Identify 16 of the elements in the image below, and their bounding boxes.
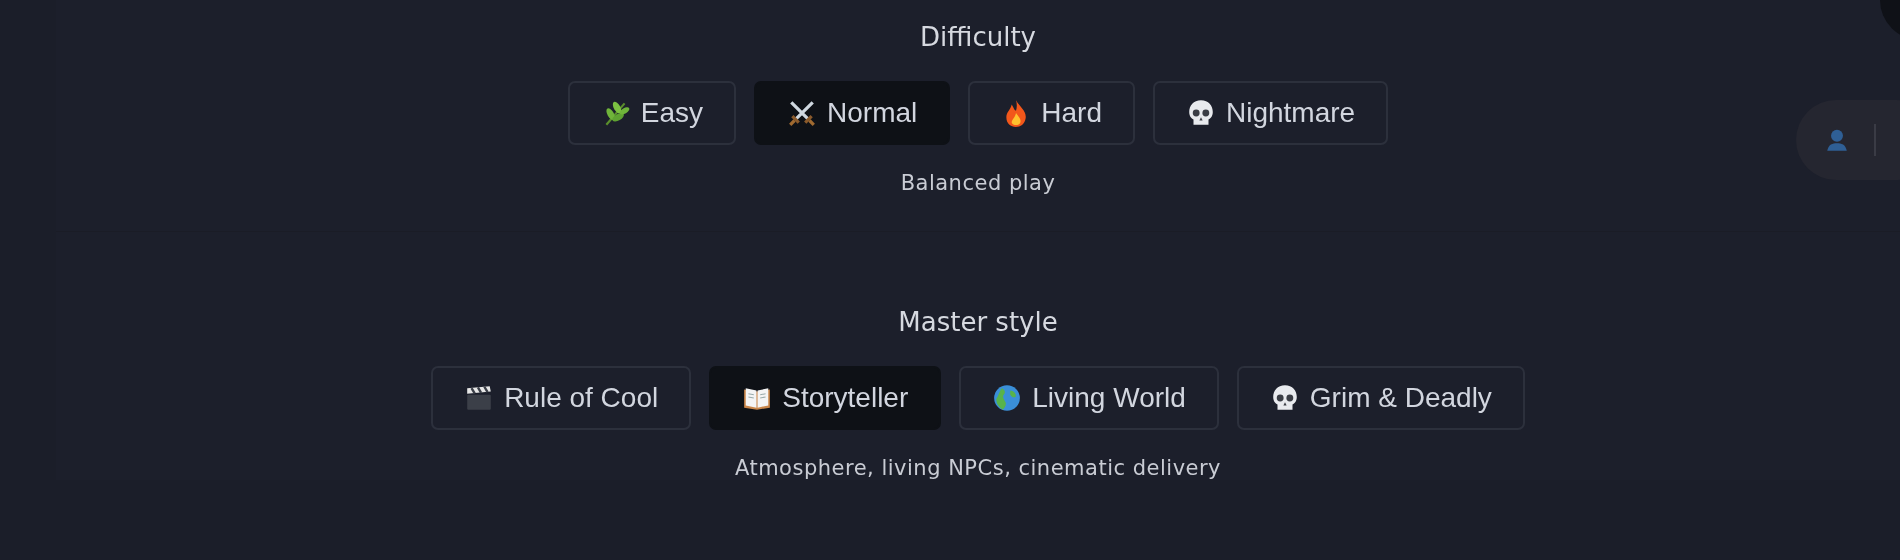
option-button[interactable]: Nightmare	[1153, 81, 1389, 145]
option-button[interactable]: Easy	[567, 81, 737, 145]
option-button[interactable]: Hard	[968, 81, 1135, 145]
globe-icon	[992, 383, 1023, 413]
section-title: Master style	[898, 306, 1058, 339]
option-description: Atmosphere, living NPCs, cinematic delivery	[734, 456, 1222, 480]
skull-icon	[1186, 98, 1216, 128]
option-button[interactable]: Living World	[959, 366, 1219, 430]
option-button[interactable]: Storyteller	[709, 366, 942, 430]
section-title: Difficulty	[920, 21, 1036, 54]
option-button[interactable]: Normal	[754, 81, 951, 145]
option-button[interactable]: Rule of Cool	[431, 366, 692, 430]
option-description: Balanced play	[900, 171, 1056, 195]
crossed-swords-icon	[787, 98, 818, 128]
user-icon[interactable]	[1824, 127, 1850, 153]
option-button[interactable]: Grim & Deadly	[1236, 366, 1525, 430]
